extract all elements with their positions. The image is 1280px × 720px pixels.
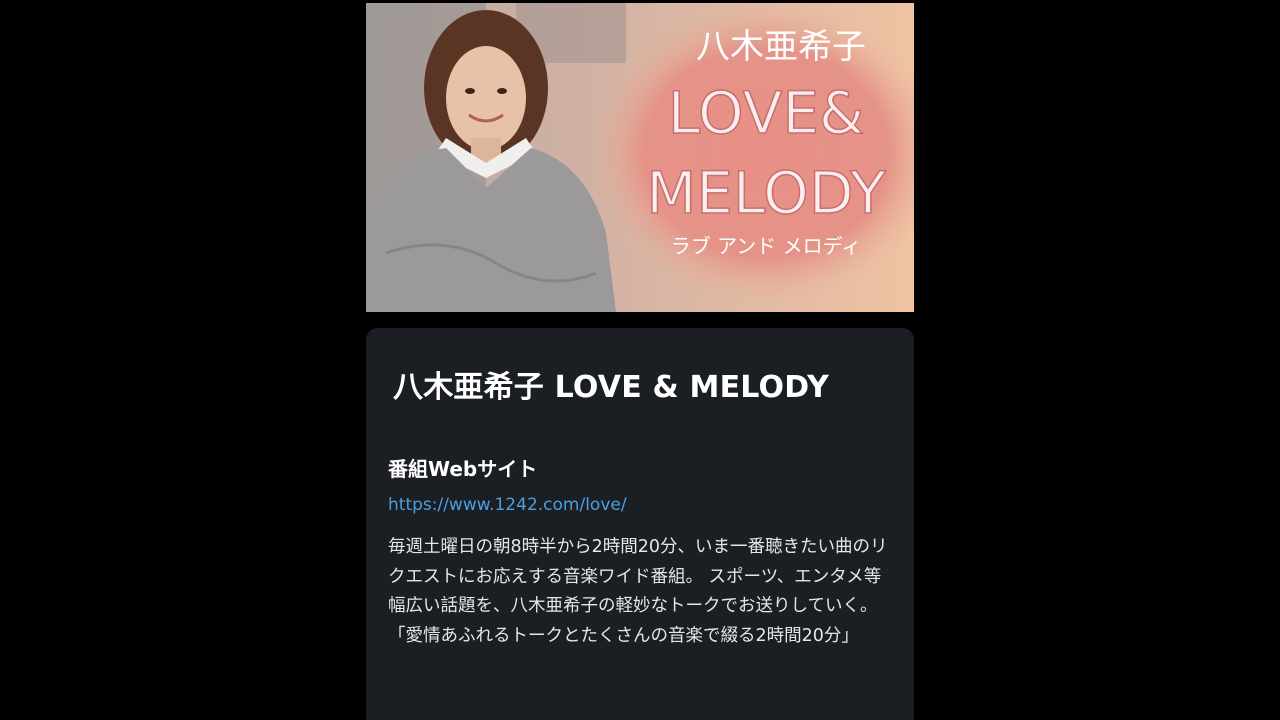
banner-artwork: 八木亜希子 LOVE& MELODY ラブ アンド メロディ [366,3,914,312]
program-info-card: 八木亜希子 LOVE & MELODY 番組Webサイト https://www… [366,328,914,720]
banner-logo-line4: ラブ アンド メロディ [671,234,862,258]
program-title: 八木亜希子 LOVE & MELODY [393,370,830,405]
website-heading: 番組Webサイト [388,457,538,481]
website-link[interactable]: https://www.1242.com/love/ [388,495,627,515]
banner-logo-line2: LOVE& [668,79,864,147]
screen: 八木亜希子 LOVE& MELODY ラブ アンド メロディ 八木亜希子 LOV… [0,0,1280,720]
program-description: 毎週土曜日の朝8時半から2時間20分、いま一番聴きたい曲のリクエストにお応えする… [388,537,888,646]
program-banner-image: 八木亜希子 LOVE& MELODY ラブ アンド メロディ [366,3,914,312]
banner-logo-line1: 八木亜希子 [696,27,866,67]
banner-logo-line3: MELODY [646,159,886,227]
